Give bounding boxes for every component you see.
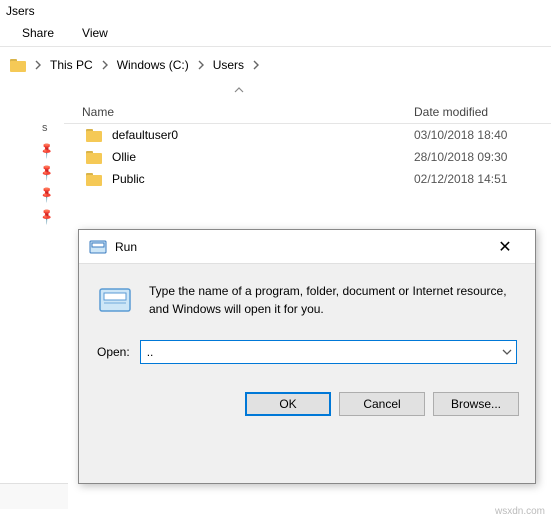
quick-access-item[interactable]: s (0, 117, 64, 139)
run-icon (89, 239, 107, 255)
quick-access-item[interactable]: 📌 (0, 139, 64, 161)
pin-icon: 📌 (38, 185, 57, 204)
file-row[interactable]: Ollie 28/10/2018 09:30 (64, 146, 551, 168)
folder-icon (10, 57, 28, 73)
quick-access-item[interactable]: 📌 (0, 161, 64, 183)
folder-icon (86, 171, 104, 187)
chevron-right-icon[interactable] (99, 57, 111, 73)
quick-item-fragment: s (42, 122, 54, 134)
folder-icon (86, 127, 104, 143)
cancel-button[interactable]: Cancel (339, 392, 425, 416)
chevron-right-icon[interactable] (195, 57, 207, 73)
column-name[interactable]: Name (64, 105, 414, 119)
quick-access-item[interactable]: 📌 (0, 183, 64, 205)
chevron-right-icon[interactable] (32, 57, 44, 73)
sort-ascending-icon[interactable] (64, 83, 551, 96)
folder-icon (86, 149, 104, 165)
address-bar[interactable]: This PC Windows (C:) Users (0, 47, 551, 83)
breadcrumb-this-pc[interactable]: This PC (48, 56, 95, 74)
window-title: Jsers (0, 0, 551, 20)
browse-button[interactable]: Browse... (433, 392, 519, 416)
column-date-modified[interactable]: Date modified (414, 105, 551, 119)
file-name: Ollie (112, 150, 136, 164)
file-date: 28/10/2018 09:30 (414, 150, 551, 164)
open-value: .. (147, 345, 154, 359)
quick-access-item[interactable]: 📌 (0, 205, 64, 227)
pin-icon: 📌 (38, 207, 57, 226)
dialog-title: Run (115, 240, 137, 254)
status-bar-fragment (0, 483, 68, 509)
open-label: Open: (97, 345, 130, 359)
file-row[interactable]: defaultuser0 03/10/2018 18:40 (64, 124, 551, 146)
file-name: Public (112, 172, 145, 186)
close-icon: ✕ (498, 239, 511, 256)
ok-button[interactable]: OK (245, 392, 331, 416)
file-row[interactable]: Public 02/12/2018 14:51 (64, 168, 551, 190)
pin-icon: 📌 (38, 141, 57, 160)
dialog-description: Type the name of a program, folder, docu… (149, 282, 517, 318)
watermark: wsxdn.com (495, 506, 545, 517)
run-dialog: Run ✕ Type the name of a program, folder… (78, 229, 536, 484)
file-date: 02/12/2018 14:51 (414, 172, 551, 186)
file-name: defaultuser0 (112, 128, 178, 142)
ribbon-tabs: Share View (0, 20, 551, 47)
chevron-down-icon[interactable] (502, 349, 512, 355)
tab-view[interactable]: View (82, 26, 108, 40)
breadcrumb-users[interactable]: Users (211, 56, 246, 74)
column-headers: Name Date modified (64, 96, 551, 124)
close-button[interactable]: ✕ (485, 237, 525, 257)
nav-pane: s 📌 📌 📌 📌 (0, 83, 64, 483)
run-icon-large (97, 282, 133, 318)
tab-share[interactable]: Share (22, 26, 54, 40)
open-combobox[interactable]: .. (140, 340, 517, 364)
file-date: 03/10/2018 18:40 (414, 128, 551, 142)
dialog-titlebar[interactable]: Run ✕ (79, 230, 535, 264)
breadcrumb-windows-c[interactable]: Windows (C:) (115, 56, 191, 74)
chevron-right-icon[interactable] (250, 57, 262, 73)
pin-icon: 📌 (38, 163, 57, 182)
